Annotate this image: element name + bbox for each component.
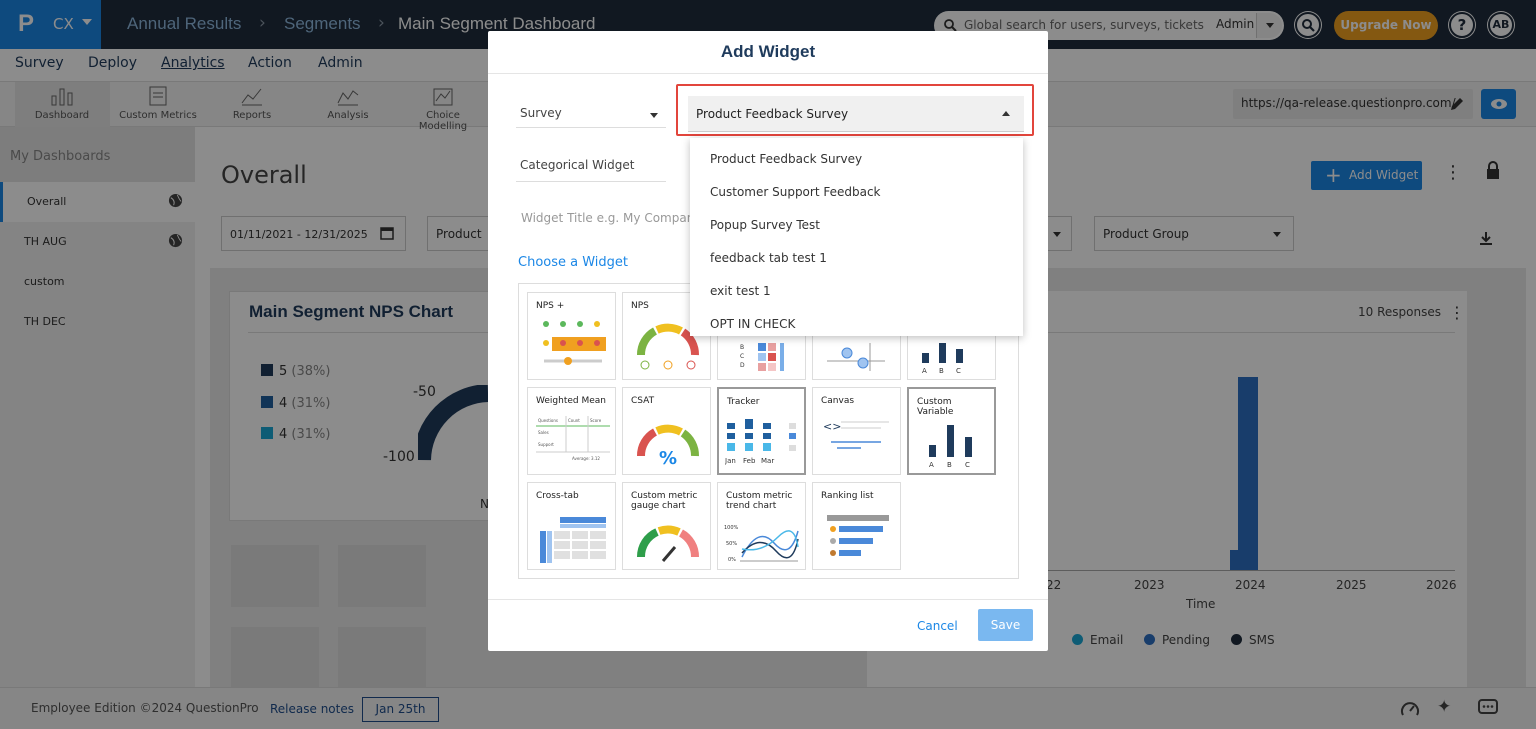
svg-text:Score: Score [590, 418, 602, 423]
svg-text:100%: 100% [724, 525, 739, 531]
save-button[interactable]: Save [978, 609, 1033, 641]
scatter-icon [827, 343, 885, 371]
svg-text:Jan: Jan [725, 457, 736, 465]
tile-custom-metric-trend[interactable]: Custom metric trend chart 100% 50% 0% [717, 482, 806, 570]
trend-chart-icon: 100% 50% 0% [724, 525, 799, 563]
widget-type-label[interactable]: Categorical Widget [520, 158, 634, 172]
svg-text:B: B [740, 344, 744, 351]
svg-text:A: A [929, 461, 934, 469]
tracker-icon: Jan Feb Mar [725, 419, 796, 465]
svg-text:Mar: Mar [761, 457, 774, 465]
svg-text:B: B [939, 367, 944, 375]
nps-plus-icon [543, 321, 606, 365]
tile-cross-tab[interactable]: Cross-tab [527, 482, 616, 570]
csat-gauge-icon: % [636, 424, 699, 468]
svg-text:50%: 50% [726, 541, 737, 547]
tile-label: Canvas [821, 396, 855, 406]
survey-dropdown-menu: Product Feedback Survey Customer Support… [690, 138, 1023, 336]
gauge-icon [636, 525, 700, 562]
add-widget-modal: Add Widget Survey Product Feedback Surve… [488, 31, 1048, 651]
heatmap-icon: BCD [740, 343, 784, 371]
code-icon: <> [823, 420, 889, 449]
tile-tracker[interactable]: Tracker Jan Feb Mar [717, 387, 806, 475]
tile-label: Tracker [727, 397, 760, 407]
divider [488, 73, 1048, 74]
tile-label: Ranking list [821, 491, 874, 501]
survey-option[interactable]: Popup Survey Test [710, 218, 820, 232]
svg-text:Average: 3.12: Average: 3.12 [572, 456, 600, 461]
tile-label: Custom metric trend chart [726, 491, 793, 511]
survey-option[interactable]: exit test 1 [710, 284, 771, 298]
tile-weighted-mean[interactable]: Weighted Mean Questions Count Score Sales Su… [527, 387, 616, 475]
survey-type-label[interactable]: Survey [520, 106, 562, 120]
chevron-down-icon[interactable] [650, 113, 658, 118]
survey-option[interactable]: Customer Support Feedback [710, 185, 881, 199]
tile-label: Custom metric gauge chart [631, 491, 698, 511]
survey-option[interactable]: Product Feedback Survey [710, 152, 862, 166]
svg-text:Count: Count [568, 418, 580, 423]
tile-nps-plus[interactable]: NPS + [527, 292, 616, 380]
svg-text:Feb: Feb [743, 457, 756, 465]
tile-csat[interactable]: CSAT % [622, 387, 711, 475]
crosstab-icon [540, 517, 606, 563]
tile-label: NPS + [536, 301, 565, 311]
survey-option[interactable]: OPT IN CHECK [710, 317, 795, 331]
svg-text:Questions: Questions [538, 418, 558, 423]
tile-label: Weighted Mean [536, 396, 606, 406]
tile-label: CSAT [631, 396, 655, 406]
highlight-box [676, 84, 1034, 136]
divider [516, 181, 666, 182]
svg-text:C: C [965, 461, 970, 469]
divider [516, 127, 666, 128]
svg-text:Support: Support [538, 442, 554, 447]
ranking-icon [827, 515, 889, 556]
bar-chart-icon: A B C [922, 343, 963, 375]
divider [488, 599, 1048, 600]
svg-text:Sales: Sales [538, 430, 549, 435]
svg-text:A: A [922, 367, 927, 375]
tile-label: Custom Variable [917, 397, 954, 417]
svg-text:C: C [740, 353, 744, 360]
choose-widget-label: Choose a Widget [518, 255, 629, 270]
svg-text:<>: <> [823, 420, 841, 433]
tile-custom-metric-gauge[interactable]: Custom metric gauge chart [622, 482, 711, 570]
tile-label: Cross-tab [536, 491, 579, 501]
bar-chart-icon: A B C [929, 425, 972, 469]
svg-text:C: C [956, 367, 961, 375]
tile-label: NPS [631, 301, 649, 311]
svg-text:%: % [659, 448, 677, 468]
svg-text:B: B [947, 461, 952, 469]
survey-option[interactable]: feedback tab test 1 [710, 251, 827, 265]
svg-text:0%: 0% [728, 557, 736, 563]
tile-ranking-list[interactable]: Ranking list [812, 482, 901, 570]
modal-title: Add Widget [720, 42, 816, 61]
tile-custom-variable[interactable]: Custom Variable A B C [907, 387, 996, 475]
cancel-button[interactable]: Cancel [917, 619, 958, 633]
svg-text:D: D [740, 362, 745, 369]
tile-canvas[interactable]: Canvas <> [812, 387, 901, 475]
table-icon: Questions Count Score Sales Support Average: … [536, 416, 610, 461]
